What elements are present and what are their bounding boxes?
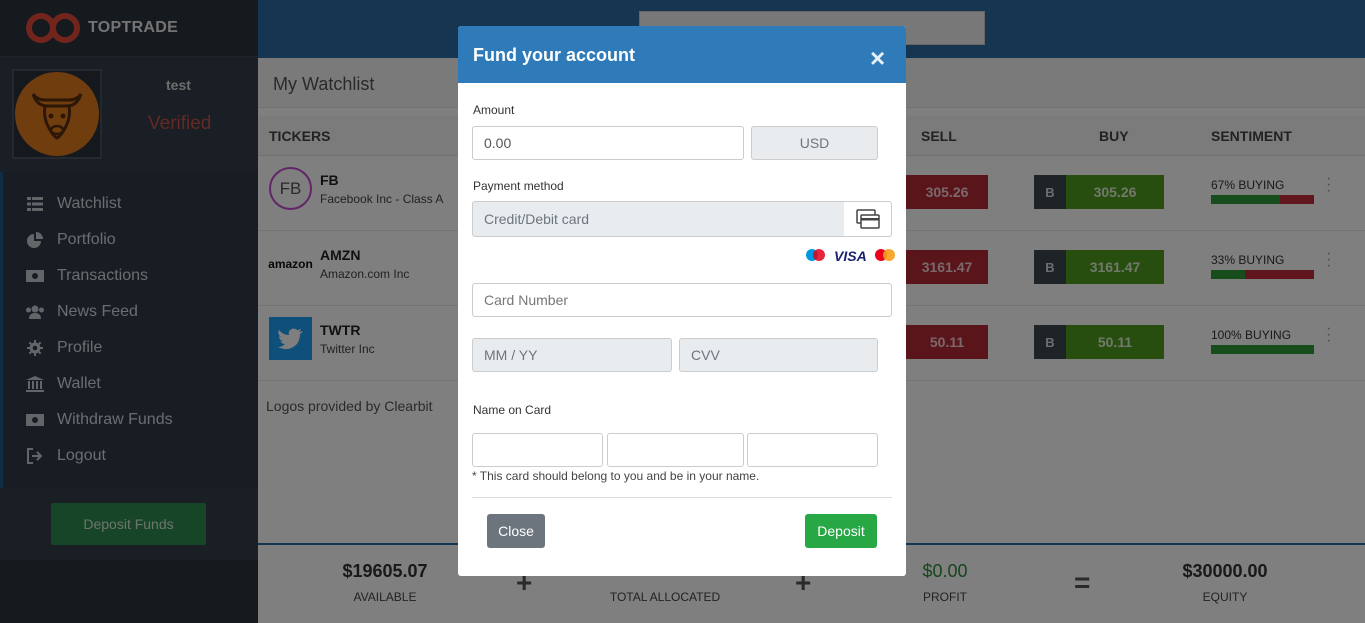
fund-account-modal: Fund your account × Amount 0.00 USD Paym… — [458, 26, 906, 576]
maestro-icon — [806, 249, 825, 263]
expiry-input[interactable]: MM / YY — [472, 338, 672, 372]
currency-field: USD — [751, 126, 878, 160]
last-name-input[interactable] — [747, 433, 878, 467]
payment-method-select[interactable]: Credit/Debit card — [472, 201, 845, 237]
visa-icon: VISA — [834, 248, 867, 264]
modal-title: Fund your account — [473, 45, 635, 65]
amount-label: Amount — [473, 103, 515, 117]
first-name-input[interactable] — [472, 433, 603, 467]
credit-card-icon — [844, 201, 892, 237]
modal-header: Fund your account × — [458, 26, 906, 83]
close-icon[interactable]: × — [870, 45, 885, 71]
card-number-input[interactable]: Card Number — [472, 283, 892, 317]
cvv-input[interactable]: CVV — [679, 338, 878, 372]
close-button[interactable]: Close — [487, 514, 545, 548]
payment-method-label: Payment method — [473, 179, 564, 193]
middle-name-input[interactable] — [607, 433, 744, 467]
name-on-card-label: Name on Card — [473, 403, 552, 417]
amount-input[interactable]: 0.00 — [472, 126, 744, 160]
modal-divider — [472, 497, 892, 498]
card-brands: VISA — [806, 248, 895, 264]
deposit-button[interactable]: Deposit — [805, 514, 877, 548]
card-ownership-note: * This card should belong to you and be … — [472, 469, 760, 483]
mastercard-icon — [874, 249, 895, 263]
